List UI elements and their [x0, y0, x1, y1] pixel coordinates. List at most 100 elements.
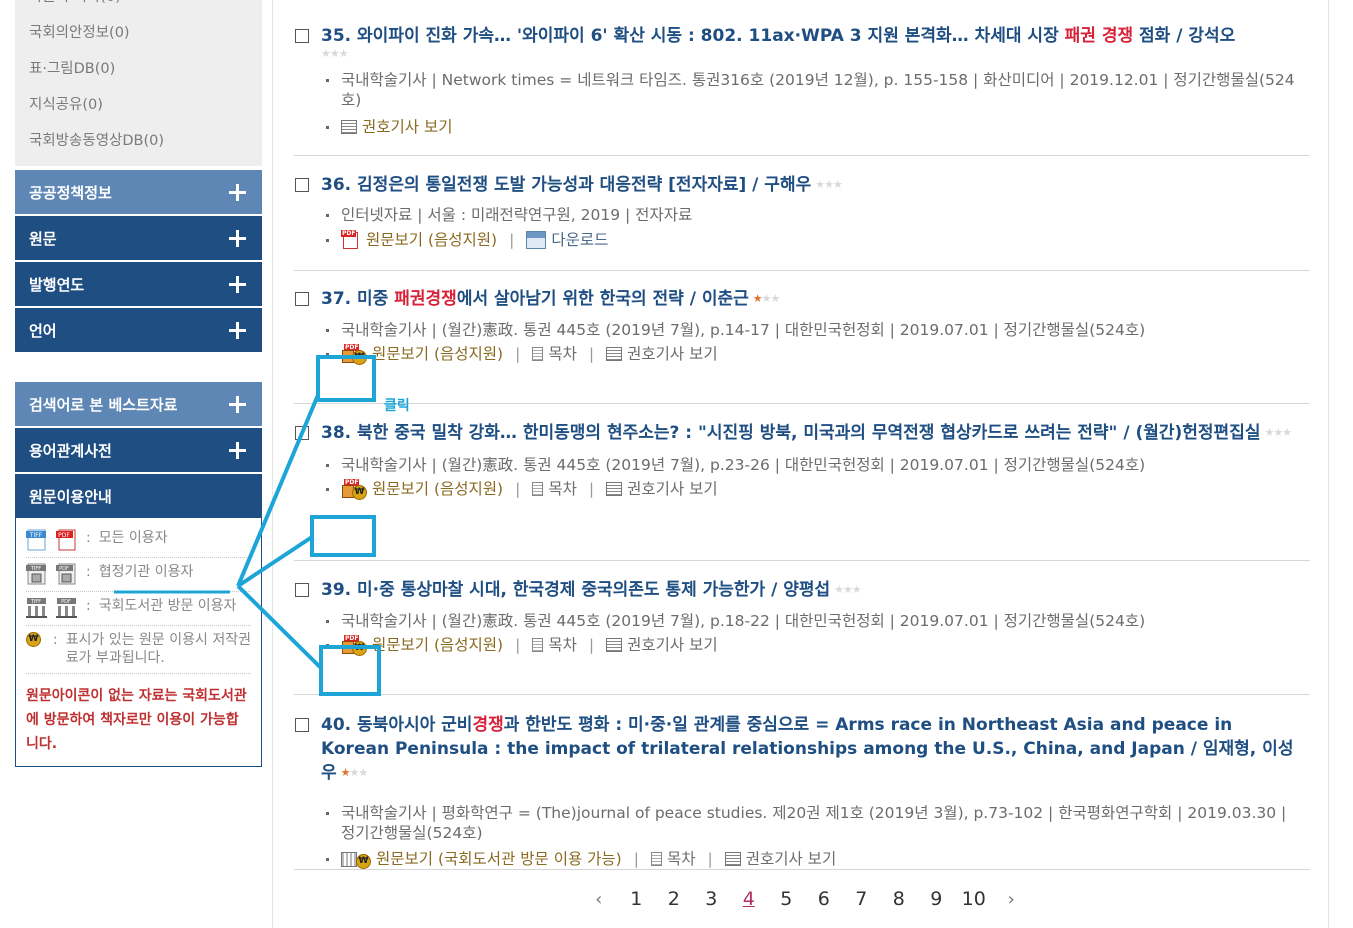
view-original-link[interactable]: PDF ₩ 원문보기 (음성지원) [341, 343, 503, 365]
guide-text: 협정기관 이용자 [98, 564, 194, 580]
view-volume-articles-link[interactable]: 권호기사 보기 [606, 634, 718, 656]
facet-label: 원문 [29, 229, 57, 248]
rating-stars: ★★★ [1264, 426, 1292, 439]
select-checkbox[interactable] [295, 178, 309, 192]
plus-icon[interactable] [229, 183, 246, 201]
facet-language[interactable]: 언어 [15, 308, 262, 352]
guide-row-partner-institution: TIFF PDF : 협정기관 이용자 [26, 558, 251, 592]
view-volume-articles-link[interactable]: 권호기사 보기 [724, 848, 836, 870]
link-separator: | [588, 345, 595, 363]
result-title[interactable]: 38. 북한 중국 밀착 강화… 한미동맹의 현주소는? : "시진핑 방북, … [294, 404, 1310, 445]
db-item-knowledge-sharing[interactable]: 지식공유(0) [29, 94, 262, 130]
result-title[interactable]: 36. 김정은의 통일전쟁 도발 가능성과 대응전략 [전자자료] / 구해우 ★… [294, 156, 1310, 197]
select-checkbox[interactable] [295, 583, 309, 597]
view-volume-articles-link[interactable]: 권호기사 보기 [341, 116, 453, 138]
view-original-link[interactable]: ₩ 원문보기 (국회도서관 방문 이용 가능) [341, 848, 622, 870]
result-title[interactable]: 35. 와이파이 진화 가속… '와이파이 6' 확산 시동 : 802. 11… [294, 0, 1310, 60]
title-text: 점화 / 강석오 [1133, 26, 1236, 46]
page-link[interactable]: 9 [918, 888, 956, 910]
result-title[interactable]: 39. 미·중 통상마찰 시대, 한국경제 중국의존도 통제 가능한가 / 양평… [294, 561, 1310, 602]
db-item-bill-info[interactable]: 국회의안정보(0) [29, 22, 262, 58]
view-original-link[interactable]: PDF 원문보기 (음성지원) [341, 229, 497, 251]
select-checkbox[interactable] [295, 718, 309, 732]
list-icon [341, 120, 357, 134]
guide-colon: : [86, 564, 91, 580]
table-of-contents-link[interactable]: 목차 [532, 343, 577, 365]
select-checkbox[interactable] [295, 292, 309, 306]
plus-icon[interactable] [229, 229, 246, 247]
rating-star-empty: ★★ [761, 292, 781, 305]
plus-icon[interactable] [229, 321, 246, 339]
facet-label: 언어 [29, 321, 57, 340]
page-link[interactable]: 2 [655, 888, 693, 910]
page-link[interactable]: 3 [693, 888, 731, 910]
tiff-tag: TIFF [30, 599, 41, 605]
view-original-link[interactable]: PDF ₩ 원문보기 (음성지원) [341, 478, 503, 500]
db-item-table-figure-db[interactable]: 표·그림DB(0) [29, 58, 262, 94]
select-checkbox[interactable] [295, 29, 309, 43]
result-number: 40. [321, 715, 352, 735]
page-link[interactable]: 6 [805, 888, 843, 910]
table-of-contents-link[interactable]: 목차 [532, 478, 577, 500]
link-label: 원문보기 (음성지원) [372, 345, 504, 363]
keyword-highlight: 경쟁 [472, 715, 504, 735]
facet-original-text[interactable]: 원문 [15, 216, 262, 260]
rating-star-filled: ★ [752, 292, 763, 305]
db-item-clipped[interactable]: 학술지 기사(0) [29, 0, 121, 8]
guide-row-copyright-fee: ₩ : 표시가 있는 원문 이용시 저작권료가 부과됩니다. [26, 626, 251, 674]
page-link[interactable]: 5 [768, 888, 806, 910]
facet-label: 발행연도 [29, 275, 85, 294]
best-materials-by-keyword[interactable]: 검색어로 본 베스트자료 [15, 382, 262, 426]
download-link[interactable]: 다운로드 [526, 229, 608, 251]
link-label: 권호기사 보기 [627, 636, 718, 654]
link-separator: | [515, 480, 521, 498]
result-meta: 국내학술기사 | 평화학연구 = (The)journal of peace s… [294, 803, 1310, 843]
page-link[interactable]: 10 [955, 888, 993, 910]
library-visit-icon: ₩ [341, 849, 371, 869]
tiff-lock-icon: TIFF [26, 563, 46, 585]
list-icon [606, 638, 623, 652]
link-label: 원문보기 (음성지원) [372, 480, 504, 498]
pdf-library-icon: PDF [56, 598, 77, 618]
list-icon [724, 852, 741, 866]
pdf-tag: PDF [59, 566, 69, 572]
view-volume-articles-link[interactable]: 권호기사 보기 [606, 478, 718, 500]
result-meta: 국내학술기사 | (월간)憲政. 통권 445호 (2019년 7월), p.1… [294, 611, 1310, 631]
term-relation-dictionary[interactable]: 용어관계사전 [15, 428, 262, 472]
link-separator: | [515, 345, 521, 363]
won-coin: ₩ [356, 854, 371, 869]
result-title[interactable]: 37. 미중 패권경쟁에서 살아남기 위한 한국의 전략 / 이춘근 ★★★ [294, 271, 1310, 311]
db-item-broadcast-video-db[interactable]: 국회방송동영상DB(0) [29, 130, 262, 166]
guide-colon: : [86, 598, 91, 614]
prev-page-button[interactable]: ‹ [580, 889, 618, 910]
current-page[interactable]: 4 [730, 888, 768, 910]
view-original-link[interactable]: PDF ₩ 원문보기 (음성지원) [341, 634, 503, 656]
guide-title: 원문이용안내 [29, 487, 112, 506]
result-links: 권호기사 보기 [294, 116, 1310, 138]
result-meta: 국내학술기사 | (월간)憲政. 통권 445호 (2019년 7월), p.1… [294, 320, 1310, 340]
page-link[interactable]: 7 [843, 888, 881, 910]
facet-label: 공공정책정보 [29, 183, 112, 202]
plus-icon[interactable] [229, 441, 246, 459]
link-separator: | [515, 636, 521, 654]
page-link[interactable]: 1 [618, 888, 656, 910]
facet-publication-year[interactable]: 발행연도 [15, 262, 262, 306]
pdf-lock-icon: PDF [56, 563, 76, 585]
page-link[interactable]: 8 [880, 888, 918, 910]
keyword-highlight: 패권 경쟁 [1064, 26, 1134, 46]
plus-icon[interactable] [229, 275, 246, 293]
title-text: 와이파이 진화 가속… '와이파이 6' 확산 시동 : 802. 11ax·W… [357, 26, 1065, 46]
guide-note: 원문아이콘이 없는 자료는 국회도서관에 방문하여 책자로만 이용이 가능합니다… [26, 688, 247, 752]
facet-public-policy[interactable]: 공공정책정보 [15, 170, 262, 214]
next-page-button[interactable]: › [993, 889, 1031, 910]
result-item: 36. 김정은의 통일전쟁 도발 가능성과 대응전략 [전자자료] / 구해우 ★… [294, 156, 1310, 271]
view-volume-articles-link[interactable]: 권호기사 보기 [606, 343, 718, 365]
link-label: 권호기사 보기 [627, 480, 718, 498]
plus-icon[interactable] [229, 395, 246, 413]
table-of-contents-link[interactable]: 목차 [532, 634, 577, 656]
result-meta: 인터넷자료 | 서울 : 미래전략연구원, 2019 | 전자자료 [294, 205, 1310, 225]
select-checkbox[interactable] [295, 426, 309, 440]
table-of-contents-link[interactable]: 목차 [650, 848, 695, 870]
result-title[interactable]: 40. 동북아시아 군비경쟁과 한반도 평화 : 미·중·일 관계를 중심으로 … [294, 695, 1310, 785]
guide-text: 표시가 있는 원문 이용시 저작권료가 부과됩니다. [65, 632, 251, 666]
